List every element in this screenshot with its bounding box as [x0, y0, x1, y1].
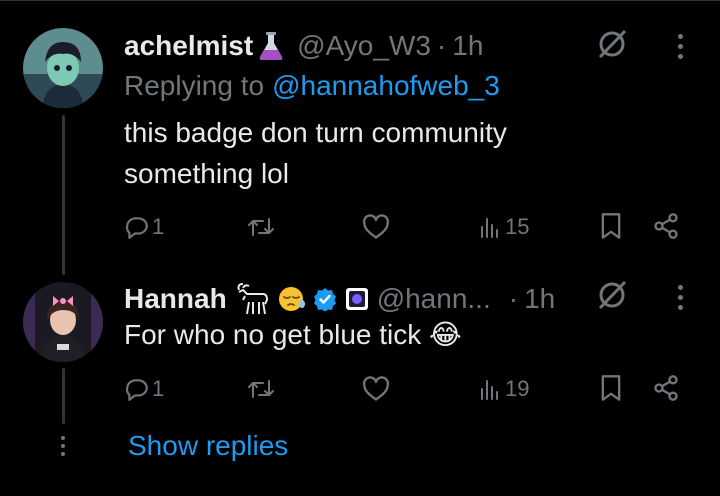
handle[interactable]: @hann... [377, 283, 491, 315]
like-button[interactable] [362, 212, 392, 242]
display-name[interactable]: achelmist [124, 30, 253, 62]
avatar-achelmist[interactable] [23, 28, 103, 108]
views-button[interactable]: 19 [479, 374, 529, 404]
views-icon [479, 376, 503, 402]
like-icon [362, 376, 390, 402]
retweet-button[interactable] [247, 212, 277, 242]
separator-dot: · [436, 30, 447, 61]
sleepy-face-icon [277, 284, 307, 314]
alembic-icon [255, 30, 287, 62]
goat-icon [233, 282, 271, 316]
share-icon[interactable] [652, 212, 680, 240]
replying-to-label: Replying to [124, 70, 265, 101]
thread-line [62, 368, 65, 424]
share-icon[interactable] [652, 374, 680, 402]
retweet-button[interactable] [247, 374, 277, 404]
thread-dots [60, 436, 66, 456]
like-button[interactable] [362, 374, 392, 404]
tweet-1-text: this badge don turn community something … [124, 112, 507, 194]
retweet-icon [247, 214, 275, 240]
more-icon[interactable] [677, 34, 683, 59]
timestamp[interactable]: 1h [524, 283, 555, 315]
tweet-text-line: something lol [124, 158, 289, 189]
reply-icon [124, 214, 150, 240]
tweet-2-header: Hannah @hann... · 1h [124, 279, 555, 319]
replying-to-user[interactable]: @hannahofweb_3 [272, 70, 500, 102]
reply-count: 1 [152, 214, 165, 239]
handle[interactable]: @Ayo_W3 [297, 30, 431, 62]
timestamp[interactable]: 1h [452, 30, 483, 62]
like-icon [362, 214, 390, 240]
replying-to: Replying to @hannahofweb_3 [124, 67, 500, 105]
tweet-1-header: achelmist @Ayo_W3 · 1h [124, 26, 483, 66]
bookmark-icon[interactable] [598, 374, 624, 402]
top-divider [0, 0, 720, 1]
reply-button[interactable]: 1 [124, 212, 164, 242]
affiliate-badge-icon[interactable] [345, 287, 369, 311]
grok-icon[interactable] [595, 27, 629, 61]
views-count: 15 [505, 214, 530, 239]
separator-dot: · [508, 283, 519, 314]
more-icon[interactable] [677, 285, 683, 310]
thread-line [62, 115, 65, 275]
views-button[interactable]: 15 [479, 212, 529, 242]
show-replies-link[interactable]: Show replies [128, 430, 288, 462]
display-name[interactable]: Hannah [124, 283, 227, 315]
grok-icon[interactable] [595, 278, 629, 312]
avatar-hannah[interactable] [23, 282, 103, 362]
reply-count: 1 [152, 376, 165, 401]
tweet-2-text: For who no get blue tick 😂 [124, 319, 462, 350]
reply-icon [124, 376, 150, 402]
views-count: 19 [505, 376, 530, 401]
reply-button[interactable]: 1 [124, 374, 164, 404]
avatar-image [23, 282, 103, 362]
retweet-icon [247, 376, 275, 402]
bookmark-icon[interactable] [598, 212, 624, 240]
verified-badge-icon[interactable] [313, 287, 337, 311]
views-icon [479, 214, 503, 240]
avatar-image [23, 28, 103, 108]
tweet-text-line: this badge don turn community [124, 117, 507, 148]
